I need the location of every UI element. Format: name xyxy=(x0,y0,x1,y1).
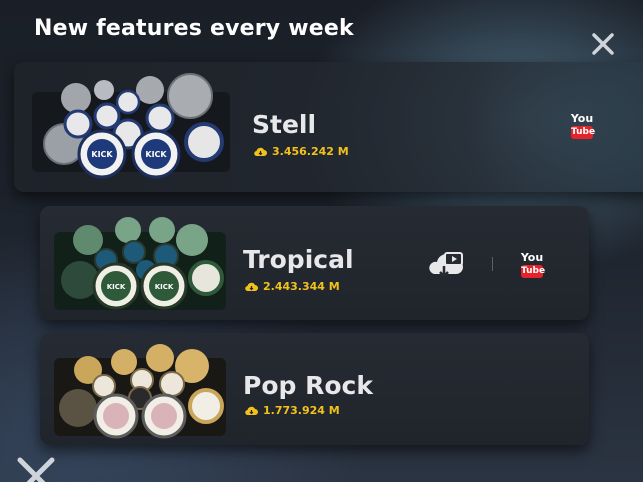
youtube-icon[interactable]: You Tube xyxy=(570,112,596,143)
cloud-download-icon xyxy=(245,282,258,291)
kit-name: Pop Rock xyxy=(243,371,373,400)
kit-name: Stell xyxy=(252,110,317,139)
kick-label: KICK xyxy=(91,150,113,159)
close-icon[interactable] xyxy=(16,456,56,482)
youtube-you-label: You xyxy=(520,251,544,264)
divider xyxy=(492,257,493,271)
drum-kit-image: KICK KICK xyxy=(54,217,226,310)
drum-kit-image xyxy=(54,344,226,439)
download-count: 3.456.242 M xyxy=(254,145,349,158)
youtube-you-label: You xyxy=(570,112,594,125)
page-title: New features every week xyxy=(34,16,354,41)
cloud-download-icon xyxy=(254,147,267,156)
kit-name: Tropical xyxy=(243,245,354,274)
kick-label: KICK xyxy=(155,283,174,291)
cloud-video-icon[interactable] xyxy=(428,250,466,280)
download-count: 2.443.344 M xyxy=(245,280,340,293)
close-icon[interactable] xyxy=(591,32,615,56)
youtube-tube-label: Tube xyxy=(571,126,596,139)
drum-kit-image: KICK KICK xyxy=(32,73,230,179)
kick-label: KICK xyxy=(145,150,167,159)
cloud-download-icon xyxy=(245,406,258,415)
youtube-icon[interactable]: You Tube xyxy=(520,251,546,282)
kick-label: KICK xyxy=(107,283,126,291)
download-count: 1.773.924 M xyxy=(245,404,340,417)
youtube-tube-label: Tube xyxy=(521,265,546,278)
